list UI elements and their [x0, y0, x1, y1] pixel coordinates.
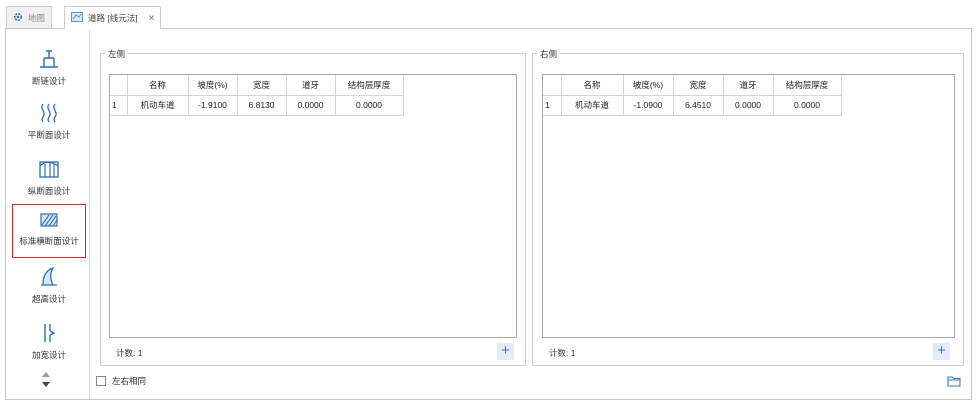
sidebar-item-superelevation[interactable]: 超高设计 — [12, 263, 86, 315]
sidebar-item-chain-break[interactable]: 断链设计 — [12, 45, 86, 97]
cell-curb[interactable]: 0.0000 — [723, 95, 774, 116]
gear-icon — [13, 12, 23, 24]
symmetric-label: 左右相同 — [112, 376, 147, 386]
folder-icon — [947, 376, 961, 387]
cell-width[interactable]: 6.4510 — [673, 95, 724, 116]
tab-road-label: 道路 [线元法] — [88, 13, 138, 23]
scroll-down-icon[interactable] — [42, 382, 50, 387]
sidebar-item-label: 纵断面设计 — [27, 186, 71, 196]
tab-map[interactable]: 地图 — [6, 6, 53, 28]
left-count-label: 计数: 1 — [116, 348, 143, 358]
open-folder-button[interactable] — [946, 374, 962, 388]
tab-road[interactable]: 道路 [线元法] × — [64, 6, 162, 29]
widening-icon — [44, 324, 56, 342]
scroll-up-icon[interactable] — [42, 372, 50, 377]
column-header-curb[interactable]: 道牙 — [723, 75, 774, 96]
cell-curb[interactable]: 0.0000 — [286, 95, 336, 116]
table-row[interactable]: 1 机动车道 -1.9100 6.8130 0.0000 0.0000 — [110, 95, 404, 116]
sidebar-item-label: 标准横断面设计 — [19, 236, 79, 246]
cell-layer-thickness[interactable]: 0.0000 — [773, 95, 842, 116]
cell-width[interactable]: 6.8130 — [237, 95, 287, 116]
sidebar-item-label: 超高设计 — [31, 294, 66, 304]
sidebar-item-plan-design[interactable]: 平断面设计 — [12, 99, 86, 151]
right-count-label: 计数: 1 — [549, 348, 576, 358]
sidebar-item-profile-design[interactable]: 纵断面设计 — [12, 155, 86, 207]
right-table: 名称 坡度(%) 宽度 道牙 结构层厚度 1 机动车道 -1.0900 6.45… — [543, 75, 842, 116]
cell-layer-thickness[interactable]: 0.0000 — [335, 95, 404, 116]
left-table: 名称 坡度(%) 宽度 道牙 结构层厚度 1 机动车道 -1.9100 6.81… — [110, 75, 404, 116]
left-side-group: 左侧 名称 坡度(%) 宽度 道牙 结构层厚度 1 机动车道 -1.9100 6… — [100, 48, 526, 366]
cell-slope[interactable]: -1.9100 — [188, 95, 238, 116]
design-sidebar: 断链设计 平断面设计 纵断面设计 标准横断面设计 超高设计 加宽设计 — [6, 29, 90, 399]
column-header-curb[interactable]: 道牙 — [286, 75, 336, 96]
column-header-name[interactable]: 名称 — [127, 75, 189, 96]
right-side-group: 右侧 名称 坡度(%) 宽度 道牙 结构层厚度 1 机动车道 -1.0900 6… — [532, 48, 964, 366]
row-number-header — [543, 75, 562, 96]
main-frame: 断链设计 平断面设计 纵断面设计 标准横断面设计 超高设计 加宽设计 左侧 名称… — [5, 28, 972, 400]
left-side-title: 左侧 — [106, 48, 128, 60]
cell-name[interactable]: 机动车道 — [127, 95, 189, 116]
row-number: 1 — [543, 95, 562, 116]
column-header-layer-thickness[interactable]: 结构层厚度 — [773, 75, 842, 96]
road-doc-icon — [71, 12, 83, 24]
row-number: 1 — [110, 95, 128, 116]
plan-curve-icon — [41, 103, 57, 123]
right-add-button[interactable]: + — [933, 343, 950, 360]
right-grid: 名称 坡度(%) 宽度 道牙 结构层厚度 1 机动车道 -1.0900 6.45… — [542, 74, 955, 338]
left-add-button[interactable]: + — [497, 343, 514, 360]
column-header-name[interactable]: 名称 — [561, 75, 624, 96]
left-grid: 名称 坡度(%) 宽度 道牙 结构层厚度 1 机动车道 -1.9100 6.81… — [109, 74, 517, 338]
sidebar-item-cross-section[interactable]: 标准横断面设计 — [12, 204, 86, 258]
column-header-slope[interactable]: 坡度(%) — [188, 75, 238, 96]
column-header-slope[interactable]: 坡度(%) — [623, 75, 674, 96]
row-number-header — [110, 75, 128, 96]
close-icon[interactable]: × — [149, 13, 155, 24]
sidebar-item-widening[interactable]: 加宽设计 — [12, 319, 86, 371]
sidebar-item-label: 断链设计 — [31, 76, 66, 86]
chain-break-icon — [40, 50, 58, 68]
sidebar-item-label: 加宽设计 — [31, 350, 66, 360]
column-header-layer-thickness[interactable]: 结构层厚度 — [335, 75, 404, 96]
cell-name[interactable]: 机动车道 — [561, 95, 624, 116]
table-header-row: 名称 坡度(%) 宽度 道牙 结构层厚度 — [543, 75, 842, 96]
tab-map-label: 地图 — [28, 12, 46, 23]
symmetric-checkbox[interactable] — [96, 376, 106, 386]
sidebar-item-label: 平断面设计 — [27, 130, 71, 140]
table-row[interactable]: 1 机动车道 -1.0900 6.4510 0.0000 0.0000 — [543, 95, 842, 116]
cross-section-icon — [40, 213, 58, 227]
profile-icon — [39, 161, 59, 178]
column-header-width[interactable]: 宽度 — [673, 75, 724, 96]
column-header-width[interactable]: 宽度 — [237, 75, 287, 96]
cell-slope[interactable]: -1.0900 — [623, 95, 674, 116]
table-header-row: 名称 坡度(%) 宽度 道牙 结构层厚度 — [110, 75, 404, 96]
document-tabbar: 地图 道路 [线元法] × — [0, 0, 976, 29]
sidebar-scroll-arrows — [39, 372, 53, 392]
symmetric-row: 左右相同 — [96, 375, 146, 387]
right-side-title: 右侧 — [538, 48, 560, 60]
superelevation-icon — [41, 266, 57, 286]
